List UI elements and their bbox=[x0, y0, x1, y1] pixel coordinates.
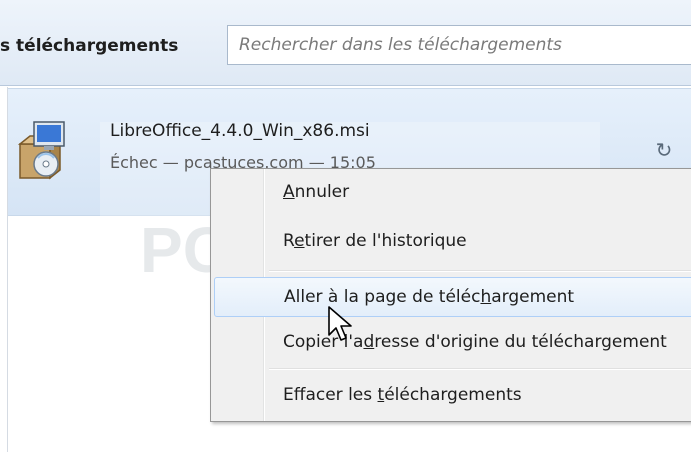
menu-item-label: Effacer les téléchargements bbox=[283, 385, 522, 405]
menu-item-clear-downloads[interactable]: Effacer les téléchargements bbox=[211, 376, 691, 416]
installer-package-icon bbox=[17, 121, 65, 180]
mouse-cursor-icon bbox=[328, 306, 352, 341]
downloads-toolbar: s téléchargements bbox=[0, 0, 691, 86]
menu-item-copy-download-link[interactable]: Copier l'adresse d'origine du télécharge… bbox=[211, 323, 691, 363]
search-input[interactable] bbox=[227, 25, 691, 65]
menu-item-go-to-download-page[interactable]: Aller à la page de téléchargement bbox=[214, 277, 691, 317]
menu-item-label: Retirer de l'historique bbox=[283, 231, 467, 251]
menu-separator bbox=[269, 368, 691, 370]
menu-item-remove-from-history[interactable]: Retirer de l'historique bbox=[211, 222, 691, 262]
menu-item-label: Annuler bbox=[283, 182, 350, 202]
page-title: s téléchargements bbox=[0, 36, 179, 56]
context-menu: Annuler Retirer de l'historique Aller à … bbox=[210, 168, 691, 422]
menu-item-cancel[interactable]: Annuler bbox=[211, 173, 691, 213]
menu-item-label: Aller à la page de téléchargement bbox=[284, 287, 575, 307]
retry-icon[interactable]: ↻ bbox=[653, 139, 675, 161]
download-filename: LibreOffice_4.4.0_Win_x86.msi bbox=[110, 121, 370, 141]
list-border bbox=[0, 87, 8, 452]
menu-separator bbox=[269, 270, 691, 272]
